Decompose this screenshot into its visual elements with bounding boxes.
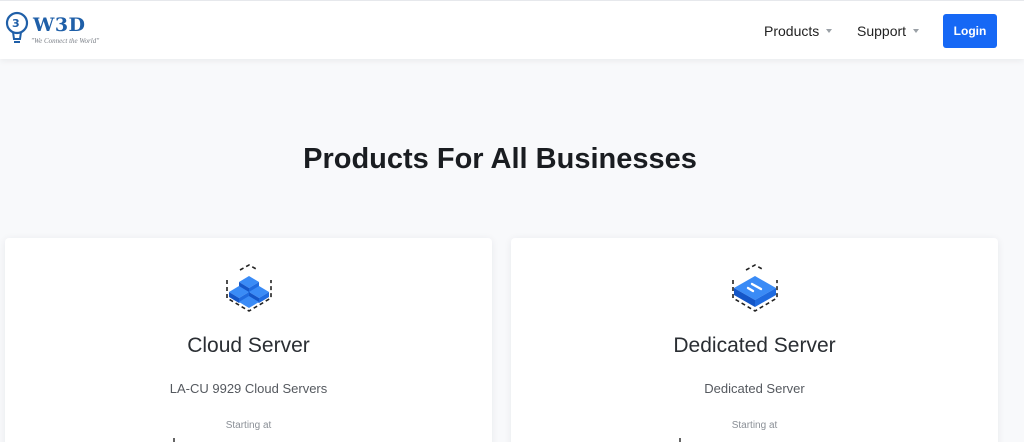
nav-support-menu[interactable]: Support <box>857 21 920 41</box>
product-card-cloud-server[interactable]: Cloud Server LA-CU 9929 Cloud Servers St… <box>5 238 492 442</box>
cloud-server-icon <box>225 264 272 312</box>
starting-at-label: Starting at <box>225 420 272 431</box>
page-title: Products For All Businesses <box>303 143 697 175</box>
chevron-down-icon <box>913 29 920 33</box>
price-text-fragment <box>679 438 681 442</box>
nav-products-label: Products <box>764 23 820 39</box>
top-navbar: 3 W3D "We Connect the World" Products Su… <box>0 0 1024 59</box>
card-subtitle: Dedicated Server <box>704 381 805 396</box>
starting-at-label: Starting at <box>731 420 778 431</box>
nav-support-label: Support <box>857 23 907 39</box>
brand-tagline: "We Connect the World" <box>31 37 100 45</box>
brand-name: W3D <box>33 14 86 36</box>
card-title: Dedicated Server <box>673 334 836 357</box>
svg-text:3: 3 <box>12 17 20 30</box>
product-card-dedicated-server[interactable]: Dedicated Server Dedicated Server Starti… <box>511 238 998 442</box>
lightbulb-logo-icon: 3 <box>5 11 29 43</box>
card-subtitle: LA-CU 9929 Cloud Servers <box>169 381 328 396</box>
price-text-fragment <box>173 438 175 442</box>
card-title: Cloud Server <box>187 334 310 357</box>
dedicated-server-icon <box>731 264 778 312</box>
login-button[interactable]: Login <box>943 14 997 48</box>
chevron-down-icon <box>826 29 833 33</box>
nav-products-menu[interactable]: Products <box>764 21 833 41</box>
brand-logo[interactable]: 3 W3D "We Connect the World" <box>5 10 115 52</box>
